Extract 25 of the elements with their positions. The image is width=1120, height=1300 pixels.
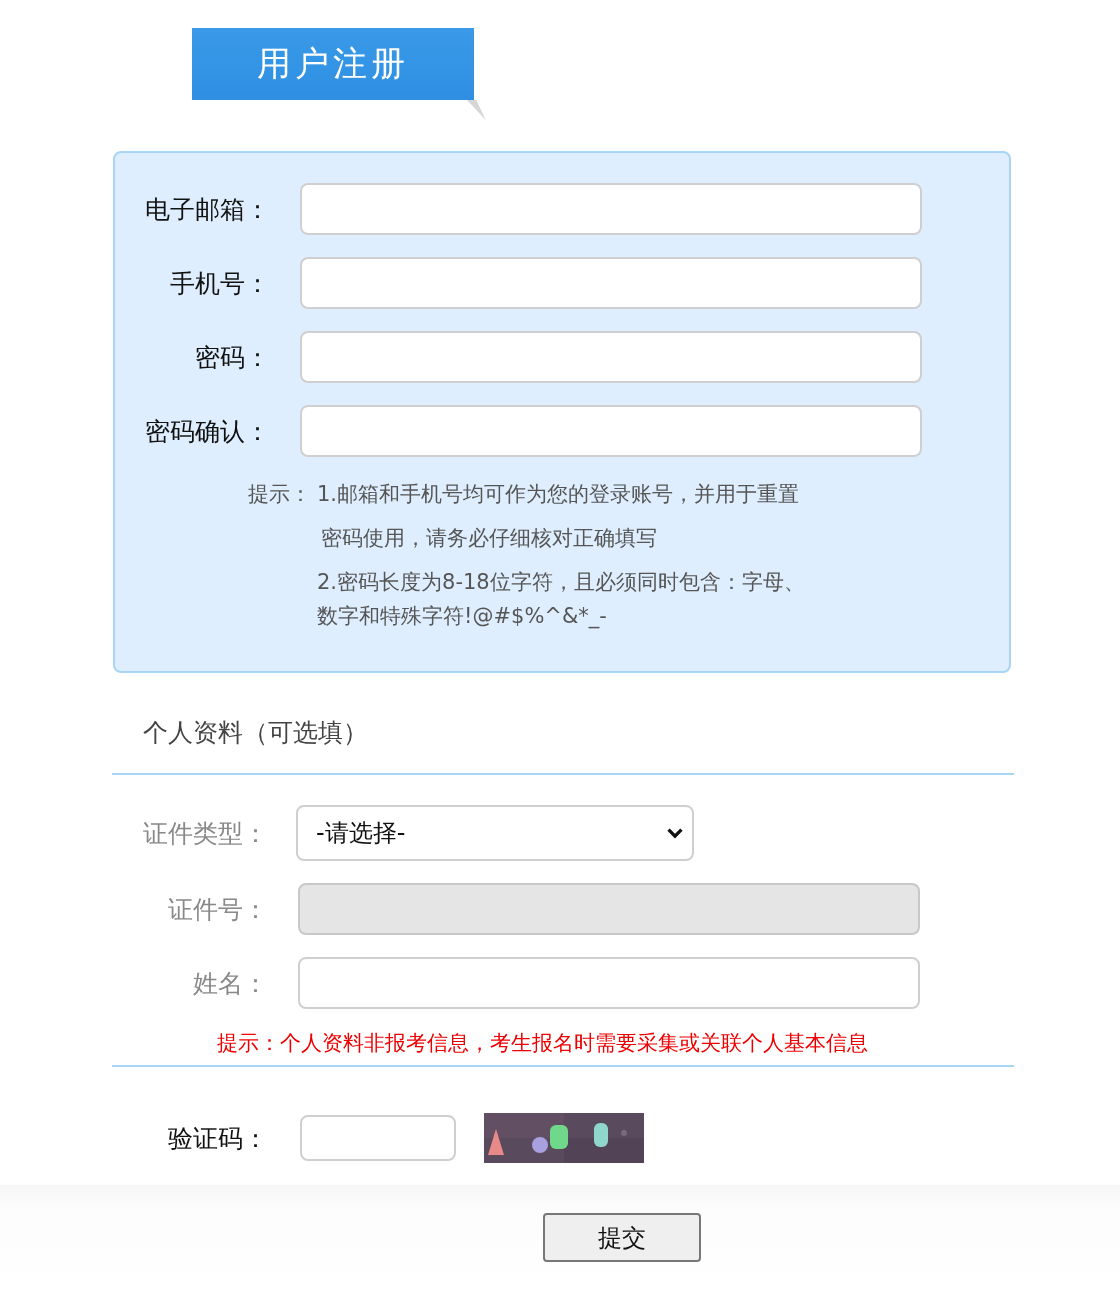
select-field[interactable]: -请选择- (296, 805, 694, 861)
page-title: 用户注册 (192, 28, 474, 100)
hint-text: 密码使用，请务必仔细核对正确填写 (320, 525, 658, 552)
chevron-down-icon (666, 826, 684, 840)
field-label: 电子邮箱： (144, 193, 270, 226)
field-label: 证件类型： (142, 817, 268, 850)
input-field[interactable] (300, 257, 922, 309)
input-field[interactable] (298, 957, 920, 1009)
field-label: 证件号： (167, 893, 268, 926)
submit-button[interactable]: 提交 (543, 1213, 701, 1262)
hint-label: 提示： (248, 481, 311, 508)
field-label: 验证码： (167, 1122, 268, 1155)
hint-text: 数字和特殊字符!@#$%^&*_- (317, 603, 608, 631)
hint-text: 1.邮箱和手机号均可作为您的登录账号，并用于重置 (317, 481, 801, 508)
input-field[interactable] (300, 1115, 456, 1161)
input-field[interactable] (300, 183, 922, 235)
section-title: 个人资料（可选填） (143, 717, 369, 749)
field-label: 手机号： (169, 267, 270, 300)
notice-text: 提示：个人资料非报考信息，考生报名时需要采集或关联个人基本信息 (217, 1030, 869, 1057)
input-field[interactable] (300, 405, 922, 457)
field-label: 密码： (194, 341, 270, 374)
field-label: 密码确认： (144, 415, 270, 448)
field-label: 姓名： (192, 967, 268, 1000)
hint-text: 2.密码长度为8-18位字符，且必须同时包含：字母、 (317, 569, 805, 596)
input-field[interactable] (300, 331, 922, 383)
